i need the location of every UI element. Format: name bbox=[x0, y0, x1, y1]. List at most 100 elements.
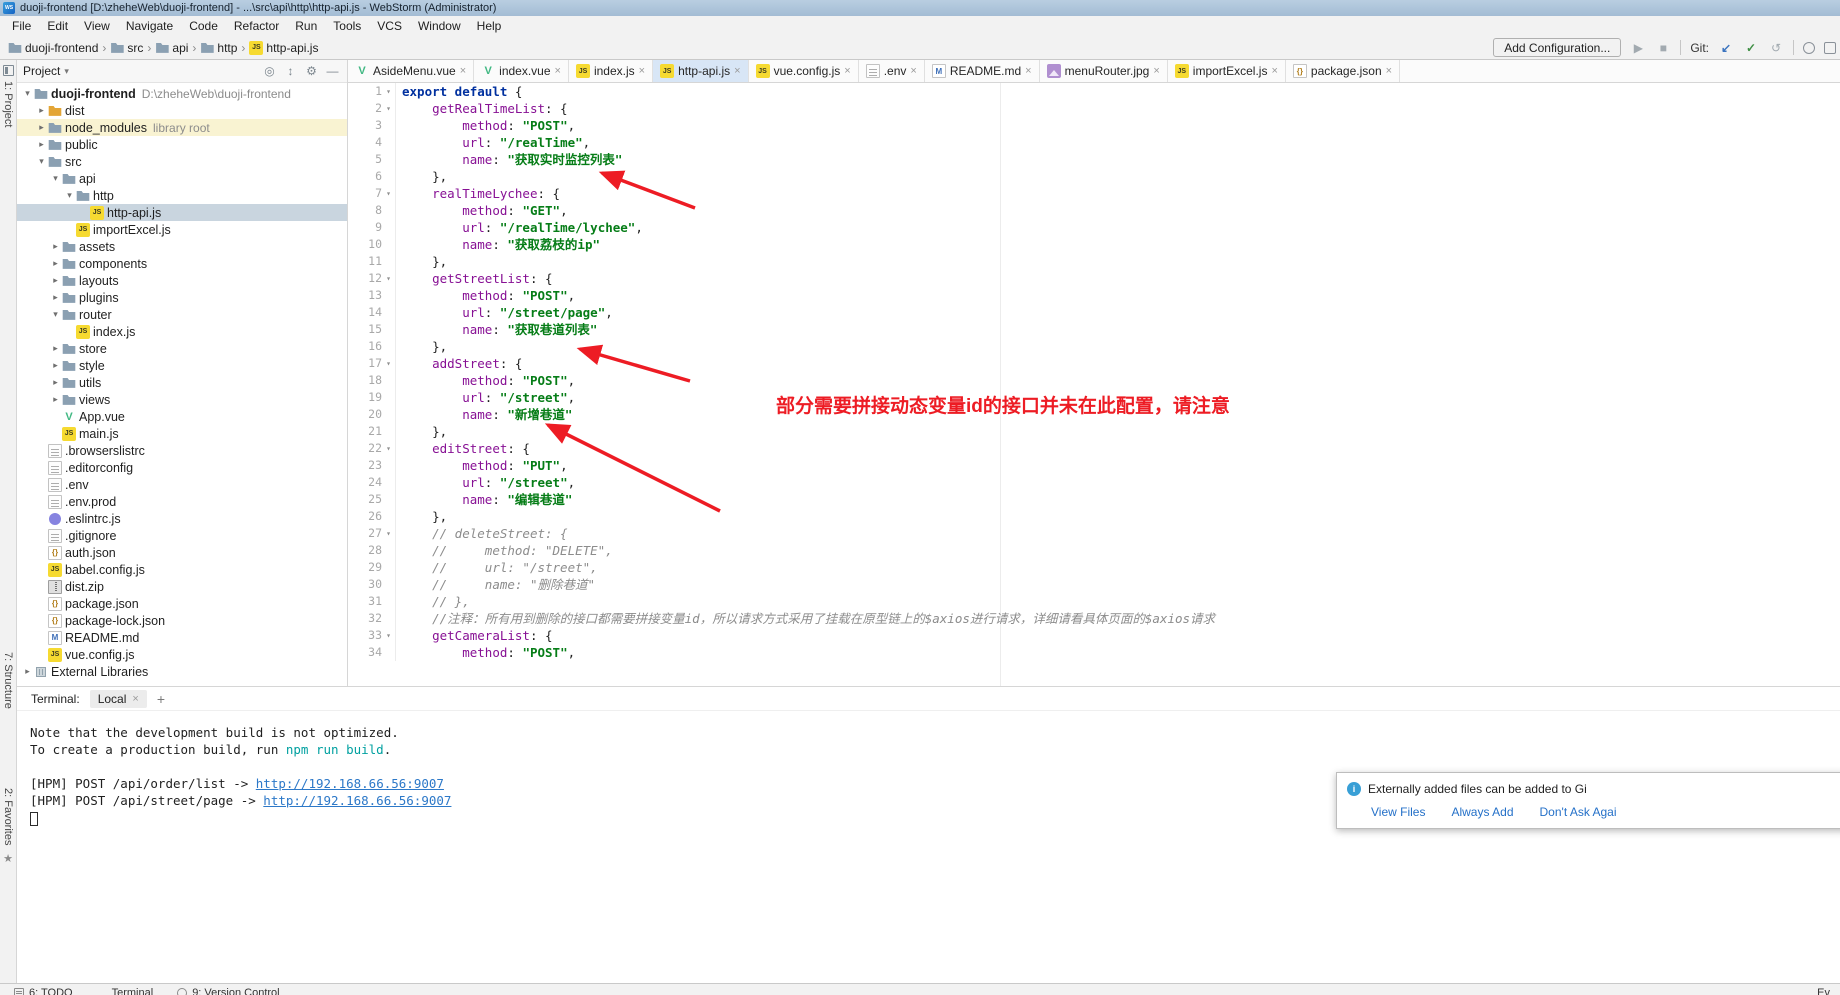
tree-row-.editorconfig[interactable]: .editorconfig bbox=[17, 459, 347, 476]
editor-tab-vue.config.js[interactable]: vue.config.js bbox=[749, 60, 859, 82]
run-icon[interactable] bbox=[1630, 41, 1646, 55]
expand-arrow-icon[interactable] bbox=[49, 258, 62, 269]
stop-icon[interactable] bbox=[1655, 41, 1671, 55]
code-line[interactable]: 26 }, bbox=[348, 508, 1840, 525]
tree-row-http[interactable]: http bbox=[17, 187, 347, 204]
collapse-arrow-icon[interactable] bbox=[35, 156, 48, 167]
locate-file-icon[interactable] bbox=[261, 64, 278, 78]
code-line[interactable]: 27 // deleteStreet: { bbox=[348, 525, 1840, 542]
tree-row-.env.prod[interactable]: .env.prod bbox=[17, 493, 347, 510]
code-line[interactable]: 6 }, bbox=[348, 168, 1840, 185]
fold-marker-icon[interactable] bbox=[382, 627, 395, 644]
tree-row-.eslintrc.js[interactable]: .eslintrc.js bbox=[17, 510, 347, 527]
tab-close-icon[interactable] bbox=[132, 693, 138, 705]
hide-panel-icon[interactable] bbox=[324, 64, 341, 78]
git-update-icon[interactable] bbox=[1718, 41, 1734, 55]
tree-row-node_modules[interactable]: node_moduleslibrary root bbox=[17, 119, 347, 136]
code-line[interactable]: 14 url: "/street/page", bbox=[348, 304, 1840, 321]
breadcrumb-item-http-api.js[interactable]: http-api.js bbox=[249, 41, 318, 55]
fold-marker-icon[interactable] bbox=[382, 440, 395, 457]
code-line[interactable]: 10 name: "获取荔枝的ip" bbox=[348, 236, 1840, 253]
editor-tab-index.vue[interactable]: index.vue bbox=[474, 60, 569, 82]
git-rollback-icon[interactable] bbox=[1768, 41, 1784, 55]
notification-action[interactable]: Always Add bbox=[1451, 805, 1513, 819]
code-line[interactable]: 24 url: "/street", bbox=[348, 474, 1840, 491]
tab-close-icon[interactable] bbox=[1153, 65, 1159, 77]
menu-item-vcs[interactable]: VCS bbox=[369, 19, 410, 33]
breadcrumb-item-http[interactable]: http bbox=[200, 41, 237, 55]
code-line[interactable]: 18 method: "POST", bbox=[348, 372, 1840, 389]
tree-row-.gitignore[interactable]: .gitignore bbox=[17, 527, 347, 544]
menu-item-file[interactable]: File bbox=[4, 19, 39, 33]
status-item-Terminal[interactable]: Terminal bbox=[97, 984, 154, 995]
tab-close-icon[interactable] bbox=[734, 65, 740, 77]
tab-close-icon[interactable] bbox=[1386, 65, 1392, 77]
tab-close-icon[interactable] bbox=[639, 65, 645, 77]
tree-row-style[interactable]: style bbox=[17, 357, 347, 374]
menu-item-tools[interactable]: Tools bbox=[325, 19, 369, 33]
expand-collapse-icon[interactable] bbox=[282, 64, 299, 78]
tree-row-.browserslistrc[interactable]: .browserslistrc bbox=[17, 442, 347, 459]
settings-gear-icon[interactable] bbox=[303, 64, 320, 78]
code-line[interactable]: 13 method: "POST", bbox=[348, 287, 1840, 304]
tree-row-package.json[interactable]: package.json bbox=[17, 595, 347, 612]
collapse-arrow-icon[interactable] bbox=[49, 309, 62, 320]
menu-item-code[interactable]: Code bbox=[181, 19, 226, 33]
code-line[interactable]: 9 url: "/realTime/lychee", bbox=[348, 219, 1840, 236]
tree-row-importExcel.js[interactable]: importExcel.js bbox=[17, 221, 347, 238]
new-terminal-tab-button[interactable] bbox=[157, 691, 165, 707]
menu-item-help[interactable]: Help bbox=[469, 19, 510, 33]
expand-arrow-icon[interactable] bbox=[21, 666, 34, 677]
toolbar-extra-icon[interactable] bbox=[1824, 42, 1836, 54]
tree-row-App.vue[interactable]: App.vue bbox=[17, 408, 347, 425]
menu-item-run[interactable]: Run bbox=[287, 19, 325, 33]
tree-row-views[interactable]: views bbox=[17, 391, 347, 408]
expand-arrow-icon[interactable] bbox=[49, 275, 62, 286]
tab-close-icon[interactable] bbox=[844, 65, 850, 77]
tree-row-.env[interactable]: .env bbox=[17, 476, 347, 493]
status-item-6: TODO[interactable]: 6: TODO bbox=[14, 984, 73, 995]
terminal-cursor[interactable] bbox=[30, 812, 38, 826]
expand-arrow-icon[interactable] bbox=[35, 122, 48, 133]
tree-row-dist.zip[interactable]: dist.zip bbox=[17, 578, 347, 595]
status-item-9: Version Control[interactable]: 9: Version Control bbox=[177, 984, 279, 995]
tool-button-favorites[interactable]: 2: Favorites bbox=[0, 788, 16, 865]
code-line[interactable]: 31 // }, bbox=[348, 593, 1840, 610]
fold-marker-icon[interactable] bbox=[382, 185, 395, 202]
code-line[interactable]: 5 name: "获取实时监控列表" bbox=[348, 151, 1840, 168]
tab-close-icon[interactable] bbox=[1271, 65, 1277, 77]
code-line[interactable]: 16 }, bbox=[348, 338, 1840, 355]
code-editor[interactable]: 1export default {2 getRealTimeList: {3 m… bbox=[348, 83, 1840, 686]
code-line[interactable]: 7 realTimeLychee: { bbox=[348, 185, 1840, 202]
project-panel-title[interactable]: Project bbox=[23, 64, 60, 78]
code-line[interactable]: 32 //注释：所有用到删除的接口都需要拼接变量id，所以请求方式采用了挂载在原… bbox=[348, 610, 1840, 627]
code-line[interactable]: 21 }, bbox=[348, 423, 1840, 440]
collapse-arrow-icon[interactable] bbox=[21, 88, 34, 99]
notification-action[interactable]: View Files bbox=[1371, 805, 1425, 819]
tree-row-assets[interactable]: assets bbox=[17, 238, 347, 255]
tree-row-dist[interactable]: dist bbox=[17, 102, 347, 119]
expand-arrow-icon[interactable] bbox=[49, 241, 62, 252]
code-line[interactable]: 33 getCameraList: { bbox=[348, 627, 1840, 644]
expand-arrow-icon[interactable] bbox=[49, 394, 62, 405]
fold-marker-icon[interactable] bbox=[382, 355, 395, 372]
menu-item-window[interactable]: Window bbox=[410, 19, 469, 33]
editor-tab-importExcel.js[interactable]: importExcel.js bbox=[1168, 60, 1286, 82]
terminal-link[interactable]: http://192.168.66.56:9007 bbox=[256, 776, 444, 791]
collapse-arrow-icon[interactable] bbox=[49, 173, 62, 184]
code-line[interactable]: 8 method: "GET", bbox=[348, 202, 1840, 219]
code-line[interactable]: 4 url: "/realTime", bbox=[348, 134, 1840, 151]
git-commit-icon[interactable] bbox=[1743, 41, 1759, 55]
editor-tab-menuRouter.jpg[interactable]: menuRouter.jpg bbox=[1040, 60, 1168, 82]
menu-item-edit[interactable]: Edit bbox=[39, 19, 76, 33]
tab-close-icon[interactable] bbox=[555, 65, 561, 77]
code-line[interactable]: 1export default { bbox=[348, 83, 1840, 100]
editor-tab-package.json[interactable]: package.json bbox=[1286, 60, 1400, 82]
notification-action[interactable]: Don't Ask Agai bbox=[1540, 805, 1617, 819]
tree-row-src[interactable]: src bbox=[17, 153, 347, 170]
fold-marker-icon[interactable] bbox=[382, 270, 395, 287]
fold-marker-icon[interactable] bbox=[382, 100, 395, 117]
code-line[interactable]: 2 getRealTimeList: { bbox=[348, 100, 1840, 117]
breadcrumb-item-duoji-frontend[interactable]: duoji-frontend bbox=[8, 41, 98, 55]
expand-arrow-icon[interactable] bbox=[49, 343, 62, 354]
